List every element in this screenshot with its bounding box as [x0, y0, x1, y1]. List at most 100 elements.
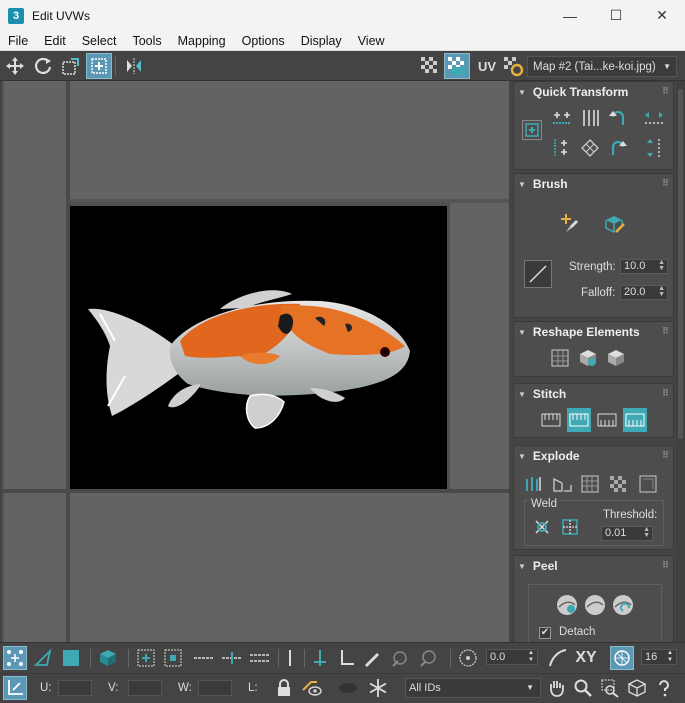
- expand-seam-icon[interactable]: [334, 646, 358, 670]
- drag-grip-icon[interactable]: ⠿: [662, 450, 669, 461]
- paint-move-icon[interactable]: [554, 210, 582, 238]
- checker-pattern-icon[interactable]: [417, 53, 443, 79]
- hide-unselected-icon[interactable]: [300, 676, 324, 700]
- flatten-by-smoothing-icon[interactable]: [636, 472, 660, 496]
- spinner-arrows-icon[interactable]: ▲ ▼: [643, 526, 650, 539]
- weld-threshold-icon[interactable]: [558, 515, 582, 539]
- soft-select-lasso-icon[interactable]: [416, 646, 440, 670]
- zoom-extents-icon[interactable]: [625, 676, 649, 700]
- drag-grip-icon[interactable]: ⠿: [662, 86, 669, 97]
- relax-settings-icon[interactable]: [604, 346, 628, 370]
- align-vertical-lines-icon[interactable]: [578, 106, 602, 130]
- soft-selection-falloff-field[interactable]: 0.0 ▲ ▼: [486, 649, 538, 665]
- mirror-icon[interactable]: [121, 53, 147, 79]
- weld-selected-icon[interactable]: [530, 515, 554, 539]
- pan-hand-icon[interactable]: [544, 676, 568, 700]
- straighten-selection-icon[interactable]: [548, 346, 572, 370]
- falloff-curve-icon[interactable]: [546, 646, 570, 670]
- maximize-button[interactable]: ☐: [593, 0, 639, 31]
- spinner-arrows-icon[interactable]: ▲ ▼: [658, 285, 665, 298]
- stitch-to-source-icon[interactable]: [567, 408, 591, 432]
- uv-toggle-button[interactable]: UV: [474, 53, 500, 79]
- absolute-offset-toggle-icon[interactable]: [3, 676, 27, 700]
- vertex-select-icon[interactable]: [3, 646, 27, 670]
- flatten-grid-icon[interactable]: [578, 472, 602, 496]
- edge-select-icon[interactable]: [31, 646, 55, 670]
- detach-edge-verts-icon[interactable]: [550, 472, 574, 496]
- map-settings-icon[interactable]: [500, 53, 526, 79]
- rotate-cw-icon[interactable]: [606, 136, 630, 160]
- brush-header[interactable]: ▼ Brush ⠿: [514, 174, 673, 194]
- relax-brush-icon[interactable]: [600, 210, 628, 238]
- align-horizontal-icon[interactable]: [550, 106, 574, 130]
- uv-editor-viewport[interactable]: [2, 81, 509, 642]
- material-id-select[interactable]: All IDs ▼: [405, 678, 541, 698]
- w-coordinate-field[interactable]: [198, 680, 232, 696]
- spinner-arrows-icon[interactable]: ▲ ▼: [528, 650, 534, 664]
- menu-tools[interactable]: Tools: [124, 34, 169, 48]
- freeform-mode-icon[interactable]: [86, 53, 112, 79]
- grid-size-field[interactable]: 16 ▲ ▼: [641, 649, 677, 665]
- reshape-elements-header[interactable]: ▼ Reshape Elements ⠿: [514, 322, 673, 342]
- falloff-spinner[interactable]: 20.0 ▲ ▼: [620, 285, 668, 300]
- soft-selection-icon[interactable]: [456, 646, 480, 670]
- drag-grip-icon[interactable]: ⠿: [662, 178, 669, 189]
- stitch-to-target-icon[interactable]: [623, 408, 647, 432]
- drag-grip-icon[interactable]: ⠿: [662, 326, 669, 337]
- strength-spinner[interactable]: 10.0 ▲ ▼: [620, 259, 668, 274]
- minimize-button[interactable]: —: [547, 0, 593, 31]
- menu-mapping[interactable]: Mapping: [170, 34, 234, 48]
- stitch-header[interactable]: ▼ Stitch ⠿: [514, 384, 673, 404]
- move-icon[interactable]: [2, 53, 28, 79]
- lock-icon[interactable]: [272, 676, 296, 700]
- menu-file[interactable]: File: [0, 34, 36, 48]
- loop-select-icon[interactable]: [192, 646, 216, 670]
- menu-options[interactable]: Options: [234, 34, 293, 48]
- show-element-icon[interactable]: [336, 676, 360, 700]
- texture-map-select[interactable]: Map #2 (Tai...ke-koi.jpg) ▼: [527, 56, 677, 77]
- break-icon[interactable]: [522, 472, 546, 496]
- detach-checkbox[interactable]: ✔: [539, 627, 551, 639]
- u-coordinate-field[interactable]: [58, 680, 92, 696]
- ring-select-icon[interactable]: [220, 646, 244, 670]
- relax-icon[interactable]: [576, 346, 600, 370]
- lasso-select-icon[interactable]: [388, 646, 412, 670]
- panel-scrollbar-thumb[interactable]: [678, 89, 683, 439]
- stitch-custom-icon[interactable]: [539, 408, 563, 432]
- menu-view[interactable]: View: [350, 34, 393, 48]
- flatten-by-polygon-icon[interactable]: [606, 472, 630, 496]
- drag-grip-icon[interactable]: ⠿: [662, 388, 669, 399]
- edge-to-seam-icon[interactable]: [308, 646, 332, 670]
- quick-peel-icon[interactable]: [553, 591, 581, 619]
- quick-transform-header[interactable]: ▼ Quick Transform ⠿: [514, 82, 673, 102]
- threshold-spinner[interactable]: 0.01 ▲ ▼: [601, 526, 653, 541]
- polygon-select-icon[interactable]: [59, 646, 83, 670]
- freeze-icon[interactable]: [366, 676, 390, 700]
- close-button[interactable]: ✕: [639, 0, 685, 31]
- rotate-ccw-icon[interactable]: [606, 106, 630, 130]
- brush-falloff-icon[interactable]: [524, 260, 552, 288]
- explode-header[interactable]: ▼ Explode ⠿: [514, 446, 673, 466]
- center-grid-icon[interactable]: [578, 136, 602, 160]
- menu-display[interactable]: Display: [293, 34, 350, 48]
- element-select-icon[interactable]: [96, 646, 120, 670]
- show-map-icon[interactable]: [444, 53, 470, 79]
- reset-peel-icon[interactable]: [609, 591, 637, 619]
- spinner-arrows-icon[interactable]: ▲ ▼: [658, 259, 665, 272]
- stitch-average-icon[interactable]: [595, 408, 619, 432]
- rotate-icon[interactable]: [30, 53, 56, 79]
- align-to-edge-icon[interactable]: [550, 136, 574, 160]
- help-icon[interactable]: [652, 676, 676, 700]
- v-coordinate-field[interactable]: [128, 680, 162, 696]
- zoom-icon[interactable]: [571, 676, 595, 700]
- menu-edit[interactable]: Edit: [36, 34, 74, 48]
- scale-icon[interactable]: [58, 53, 84, 79]
- loop-uv-icon[interactable]: [248, 646, 272, 670]
- grow-selection-icon[interactable]: [134, 646, 158, 670]
- pivot-icon[interactable]: [522, 120, 542, 140]
- grid-snap-icon[interactable]: [610, 646, 634, 670]
- peel-header[interactable]: ▼ Peel ⠿: [514, 556, 673, 576]
- flip-horizontal-icon[interactable]: [642, 106, 666, 130]
- shrink-selection-icon[interactable]: [161, 646, 185, 670]
- peel-mode-icon[interactable]: [581, 591, 609, 619]
